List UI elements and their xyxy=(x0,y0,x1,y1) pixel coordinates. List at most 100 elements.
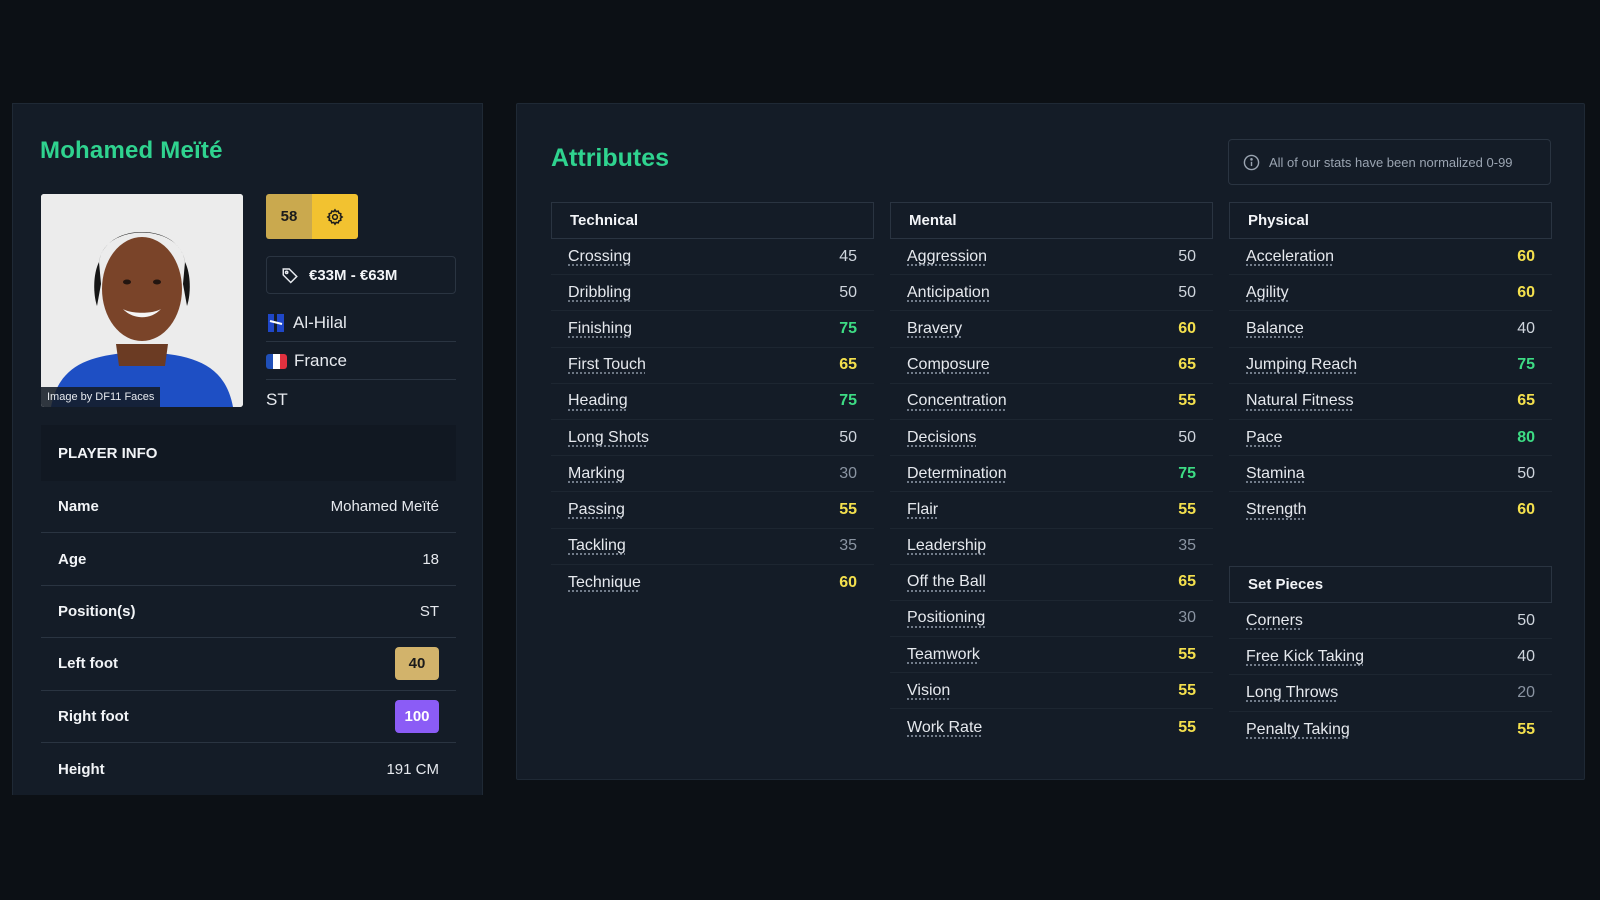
attribute-name-link[interactable]: Technique xyxy=(568,574,641,592)
attribute-value: 50 xyxy=(1178,247,1196,265)
info-value: ST xyxy=(419,602,439,620)
attribute-name-link[interactable]: Free Kick Taking xyxy=(1246,648,1364,666)
player-info-header: PLAYER INFO xyxy=(41,425,456,481)
attribute-name-link[interactable]: Balance xyxy=(1246,320,1304,338)
attribute-value: 50 xyxy=(839,283,857,301)
attributes-panel: Attributes All of our stats have been no… xyxy=(516,103,1585,780)
rating-box[interactable]: 58 xyxy=(266,194,358,239)
attribute-name-link[interactable]: Finishing xyxy=(568,320,632,338)
attribute-value: 30 xyxy=(1178,609,1196,627)
attribute-value: 20 xyxy=(1517,683,1535,701)
attribute-value: 60 xyxy=(1517,501,1535,519)
right-foot-badge: 100 xyxy=(395,699,439,733)
attribute-name-link[interactable]: Jumping Reach xyxy=(1246,356,1357,374)
attribute-name-link[interactable]: Heading xyxy=(568,392,628,410)
attribute-value: 60 xyxy=(839,573,857,591)
attribute-name-link[interactable]: Passing xyxy=(568,501,625,519)
info-label: Position(s) xyxy=(58,602,136,620)
attribute-name-link[interactable]: Dribbling xyxy=(568,284,631,302)
mental-header: Mental xyxy=(890,202,1213,239)
attribute-name-link[interactable]: Work Rate xyxy=(907,719,982,737)
attribute-name-link[interactable]: Stamina xyxy=(1246,465,1305,483)
attribute-name-link[interactable]: Decisions xyxy=(907,429,976,447)
attribute-value: 75 xyxy=(1517,356,1535,374)
attribute-name-link[interactable]: Bravery xyxy=(907,320,962,338)
attribute-row: Off the Ball 65 xyxy=(890,565,1213,601)
attribute-row: Composure 65 xyxy=(890,348,1213,384)
nation-row: France xyxy=(266,343,456,380)
attribute-value: 50 xyxy=(1517,611,1535,629)
attribute-row: Penalty Taking 55 xyxy=(1229,712,1552,748)
al-hilal-crest-icon xyxy=(268,314,284,332)
attribute-row: Tackling 35 xyxy=(551,529,874,565)
transfer-value: €33M - €63M xyxy=(266,256,456,294)
normalization-note-text: All of our stats have been normalized 0-… xyxy=(1269,154,1513,170)
set-pieces-header: Set Pieces xyxy=(1229,566,1552,603)
attribute-name-link[interactable]: Strength xyxy=(1246,501,1306,519)
attribute-name-link[interactable]: First Touch xyxy=(568,356,646,374)
club-row[interactable]: Al-Hilal xyxy=(266,305,456,342)
attribute-name-link[interactable]: Flair xyxy=(907,501,938,519)
info-label: Left foot xyxy=(58,655,118,673)
attribute-name-link[interactable]: Composure xyxy=(907,356,990,374)
attribute-row: Agility 60 xyxy=(1229,275,1552,312)
attribute-name-link[interactable]: Anticipation xyxy=(907,284,990,302)
attribute-row: Stamina 50 xyxy=(1229,456,1552,493)
attribute-name-link[interactable]: Crossing xyxy=(568,248,631,266)
attribute-name-link[interactable]: Determination xyxy=(907,465,1007,483)
attribute-name-link[interactable]: Teamwork xyxy=(907,646,980,664)
info-value: 191 CM xyxy=(386,760,439,778)
attribute-name-link[interactable]: Long Throws xyxy=(1246,684,1338,702)
gear-icon[interactable] xyxy=(312,194,358,239)
attribute-value: 65 xyxy=(839,356,857,374)
attribute-name-link[interactable]: Off the Ball xyxy=(907,573,986,591)
attribute-row: Leadership 35 xyxy=(890,529,1213,565)
attribute-name-link[interactable]: Tackling xyxy=(568,537,626,555)
technical-header: Technical xyxy=(551,202,874,239)
attribute-name-link[interactable]: Penalty Taking xyxy=(1246,721,1350,739)
attribute-name-link[interactable]: Agility xyxy=(1246,284,1289,302)
attribute-value: 35 xyxy=(1178,537,1196,555)
attribute-value: 50 xyxy=(1178,283,1196,301)
technical-list: Crossing 45 Dribbling 50 Finishing 75 First To… xyxy=(551,239,874,601)
attribute-name-link[interactable]: Natural Fitness xyxy=(1246,392,1354,410)
attribute-row: Crossing 45 xyxy=(551,239,874,276)
player-name: Mohamed Meïté xyxy=(40,137,223,164)
info-label: Age xyxy=(58,550,87,568)
attribute-value: 50 xyxy=(1517,464,1535,482)
mental-list: Aggression 50 Anticipation 50 Bravery 60 Compo… xyxy=(890,239,1213,746)
attribute-row: Marking 30 xyxy=(551,456,874,493)
info-row-right-foot: Right foot 100 xyxy=(41,691,456,743)
attribute-name-link[interactable]: Aggression xyxy=(907,248,987,266)
attribute-name-link[interactable]: Positioning xyxy=(907,609,985,627)
attribute-name-link[interactable]: Long Shots xyxy=(568,429,649,447)
set-pieces-list: Corners 50 Free Kick Taking 40 Long Throws 20… xyxy=(1229,603,1552,748)
attribute-value: 35 xyxy=(839,537,857,555)
attribute-value: 50 xyxy=(1178,428,1196,446)
attribute-name-link[interactable]: Vision xyxy=(907,682,950,700)
attribute-row: Acceleration 60 xyxy=(1229,239,1552,276)
attribute-value: 50 xyxy=(839,428,857,446)
attribute-row: Pace 80 xyxy=(1229,420,1552,457)
attribute-value: 55 xyxy=(1178,718,1196,736)
attribute-name-link[interactable]: Corners xyxy=(1246,612,1303,630)
attribute-name-link[interactable]: Leadership xyxy=(907,537,986,555)
attribute-value: 75 xyxy=(839,392,857,410)
attribute-value: 45 xyxy=(839,247,857,265)
attribute-name-link[interactable]: Concentration xyxy=(907,392,1007,410)
attribute-name-link[interactable]: Acceleration xyxy=(1246,248,1334,266)
attribute-row: Balance 40 xyxy=(1229,311,1552,348)
attribute-row: Heading 75 xyxy=(551,384,874,420)
attribute-value: 80 xyxy=(1517,428,1535,446)
attribute-value: 75 xyxy=(1178,464,1196,482)
technical-column: Technical Crossing 45 Dribbling 50 Finishing… xyxy=(551,202,874,601)
attribute-row: Free Kick Taking 40 xyxy=(1229,639,1552,676)
set-pieces-column: Set Pieces Corners 50 Free Kick Taking 40 Lo… xyxy=(1229,566,1552,748)
attribute-value: 55 xyxy=(1178,681,1196,699)
info-row-name: Name Mohamed Meïté xyxy=(41,481,456,534)
attribute-value: 55 xyxy=(1517,720,1535,738)
attribute-name-link[interactable]: Marking xyxy=(568,465,625,483)
info-value: Mohamed Meïté xyxy=(330,498,439,516)
attribute-row: Corners 50 xyxy=(1229,603,1552,640)
attribute-name-link[interactable]: Pace xyxy=(1246,429,1282,447)
